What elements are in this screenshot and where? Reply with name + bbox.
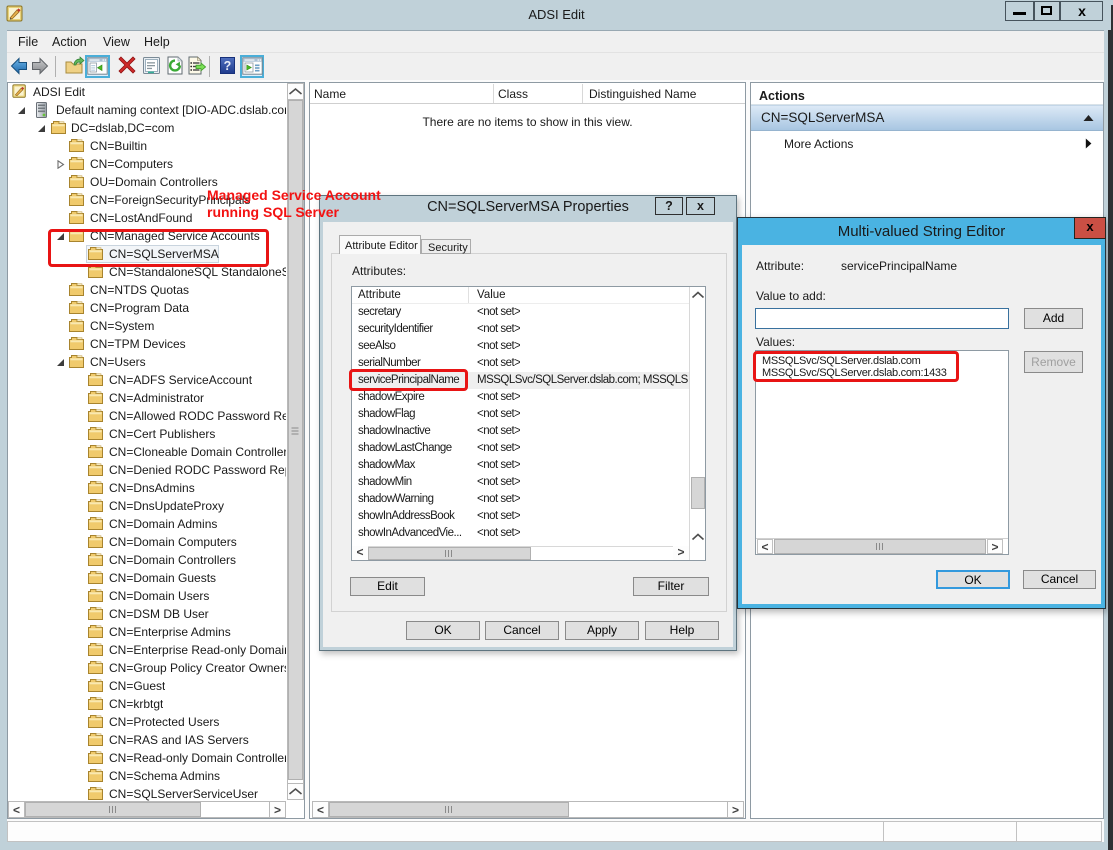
svg-text:?: ? [224,59,232,73]
